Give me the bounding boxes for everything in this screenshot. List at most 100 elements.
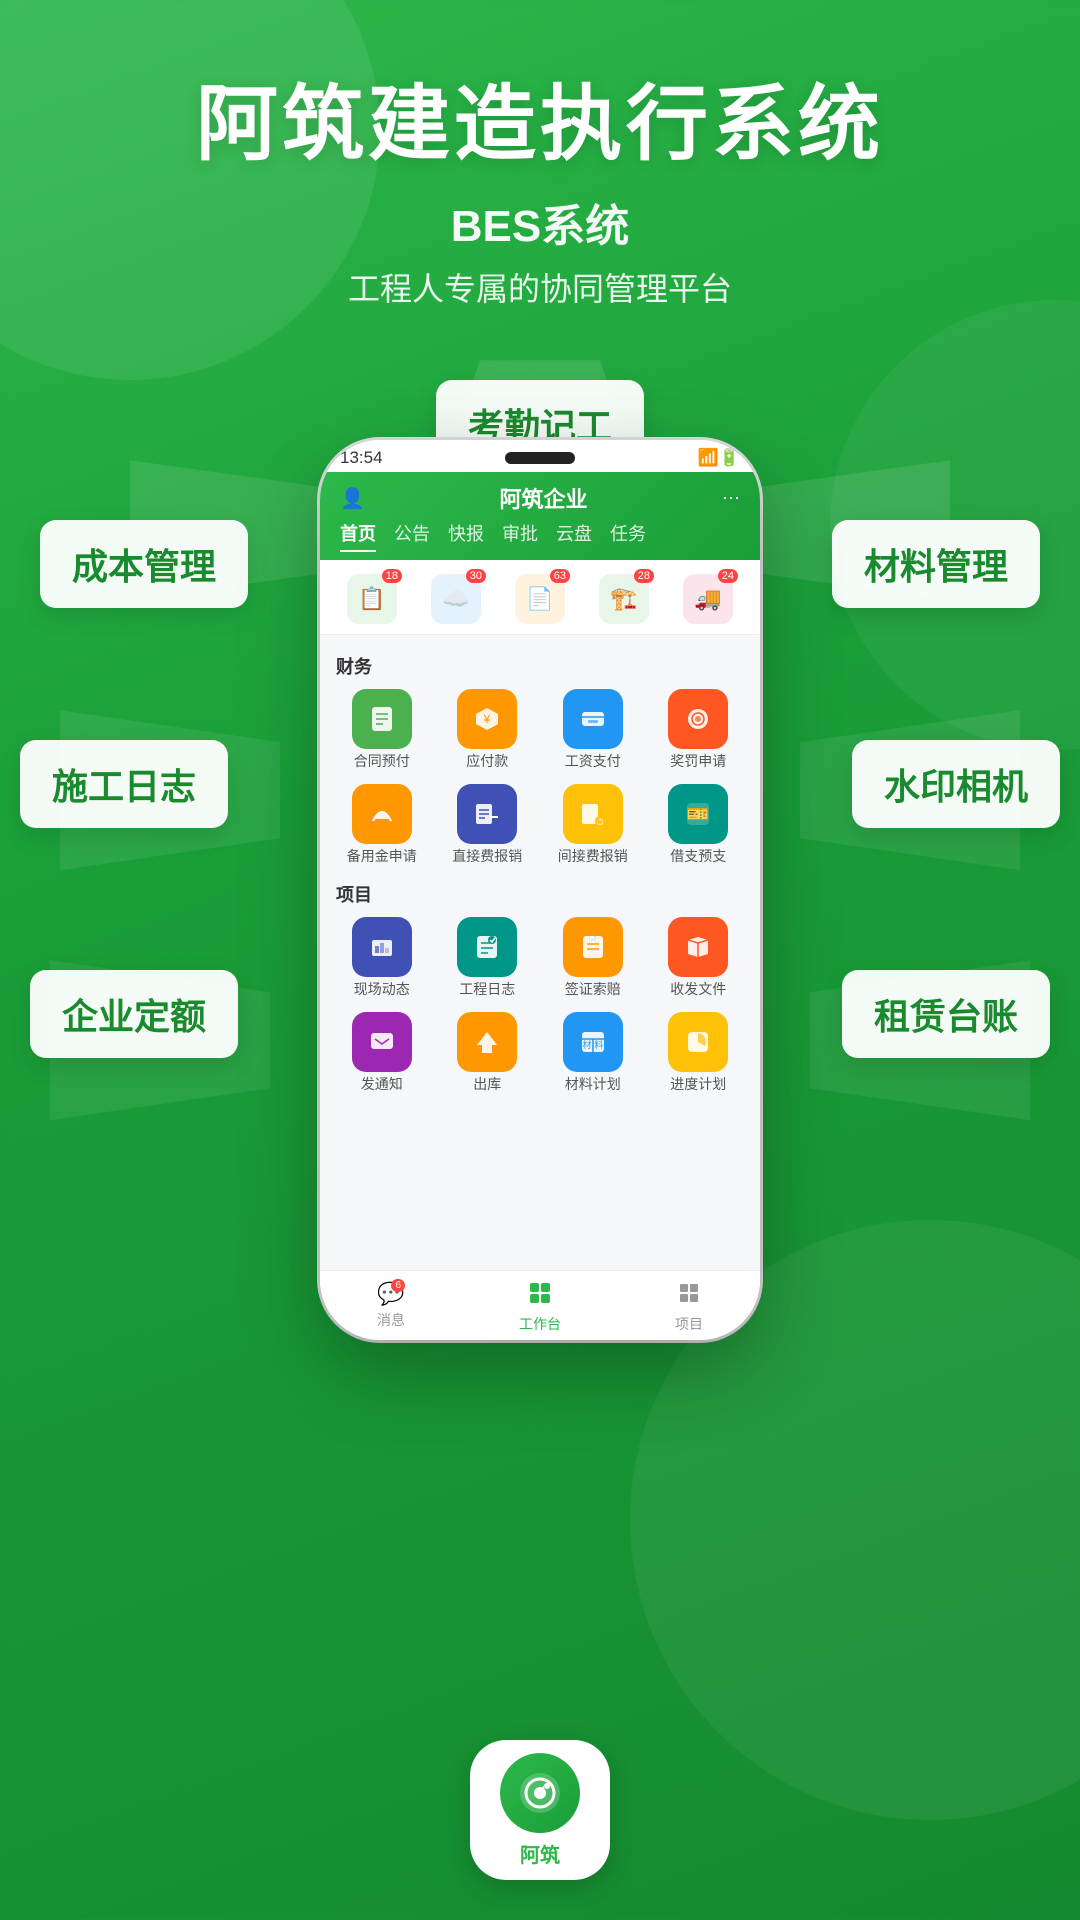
label-chuku: 出库 — [473, 1076, 501, 1093]
badge-1: 30 — [466, 569, 486, 583]
phone-mockup: 13:54 📶🔋 👤 阿筑企业 ⋯ 首页 公告 快报 审批 云盘 任务 � — [320, 440, 760, 1340]
app-cailiao[interactable]: 材料 材料计划 — [547, 1012, 639, 1093]
phone-bottom-nav: 💬 消息 6 工作台 项目 — [320, 1270, 760, 1340]
finance-app-grid: 合同预付 ¥ 应付款 工资支付 — [336, 689, 744, 865]
nav-messages[interactable]: 💬 消息 6 — [377, 1281, 405, 1334]
app-qianzhen[interactable]: 📄 签证索赔 — [547, 917, 639, 998]
project-app-grid: 现场动态 工程日志 📄 签证索赔 — [336, 917, 744, 1093]
label-beiyong: 备用金申请 — [347, 848, 417, 865]
nav-project[interactable]: 项目 — [675, 1281, 703, 1334]
icon-jiezhi: 🎫 — [668, 784, 728, 844]
icon-hetong — [352, 689, 412, 749]
icon-gongzi — [563, 689, 623, 749]
tab-notice[interactable]: 公告 — [394, 520, 430, 552]
quick-item-4[interactable]: 🚚 24 — [683, 574, 733, 624]
app-gongzi[interactable]: 工资支付 — [547, 689, 639, 770]
nav-messages-label: 消息 — [377, 1310, 405, 1330]
label-hetong: 合同预付 — [354, 753, 410, 770]
messages-badge: 6 — [391, 1279, 405, 1292]
section-project-title: 项目 — [336, 881, 744, 907]
label-jiezhi: 借支预支 — [670, 848, 726, 865]
app-gongcheng[interactable]: 工程日志 — [442, 917, 534, 998]
icon-xianchang — [352, 917, 412, 977]
app-shoufa[interactable]: 收发文件 — [653, 917, 745, 998]
badge-2: 63 — [550, 569, 570, 583]
icon-shoufa — [668, 917, 728, 977]
app-chuku[interactable]: 出库 — [442, 1012, 534, 1093]
tab-report[interactable]: 快报 — [448, 520, 484, 552]
icon-tongzhi — [352, 1012, 412, 1072]
feature-chengben[interactable]: 成本管理 — [40, 520, 248, 608]
quick-item-3[interactable]: 🏗️ 28 — [599, 574, 649, 624]
app-yingfu[interactable]: ¥ 应付款 — [442, 689, 534, 770]
app-tongzhi[interactable]: 发通知 — [336, 1012, 428, 1093]
label-xianchang: 现场动态 — [354, 981, 410, 998]
phone-nav-top: 👤 阿筑企业 ⋯ — [340, 482, 740, 514]
quick-item-1[interactable]: ☁️ 30 — [431, 574, 481, 624]
badge-4: 24 — [718, 569, 738, 583]
svg-text:料: 料 — [594, 1039, 603, 1050]
label-jindu: 进度计划 — [670, 1076, 726, 1093]
app-hetong[interactable]: 合同预付 — [336, 689, 428, 770]
features-area: 考勤记工 成本管理 材料管理 施工日志 水印相机 企业定额 租赁台账 13:54… — [0, 360, 1080, 1500]
label-gongcheng: 工程日志 — [459, 981, 515, 998]
quick-item-2[interactable]: 📄 63 — [515, 574, 565, 624]
icon-gongcheng — [457, 917, 517, 977]
app-jiangfa[interactable]: 奖罚申请 — [653, 689, 745, 770]
svg-text:📄: 📄 — [588, 935, 597, 944]
phone-signal-icons: 📶🔋 — [698, 448, 740, 468]
app-beiyong[interactable]: 备用金申请 — [336, 784, 428, 865]
app-jiezhi[interactable]: 🎫 借支预支 — [653, 784, 745, 865]
sub-title: BES系统 — [0, 190, 1080, 254]
icon-jiangfa — [668, 689, 728, 749]
phone-scroll-area[interactable]: 财务 合同预付 ¥ 应付款 — [320, 635, 760, 1315]
label-zhijie: 直接费报销 — [452, 848, 522, 865]
project-icon — [677, 1281, 701, 1311]
app-jianjie[interactable]: ⏱ 间接费报销 — [547, 784, 639, 865]
icon-jindu — [668, 1012, 728, 1072]
phone-notch-bar — [505, 452, 575, 464]
phone-status-bar: 13:54 📶🔋 — [320, 440, 760, 472]
phone-header: 👤 阿筑企业 ⋯ 首页 公告 快报 审批 云盘 任务 — [320, 472, 760, 560]
app-xianchang[interactable]: 现场动态 — [336, 917, 428, 998]
svg-text:🎫: 🎫 — [687, 804, 709, 824]
app-jindu[interactable]: 进度计划 — [653, 1012, 745, 1093]
tab-cloud[interactable]: 云盘 — [556, 520, 592, 552]
svg-text:¥: ¥ — [483, 712, 491, 726]
logo-label: 阿筑 — [520, 1839, 560, 1868]
phone-nav-tabs: 首页 公告 快报 审批 云盘 任务 — [340, 520, 740, 560]
feature-zulin[interactable]: 租赁台账 — [842, 970, 1050, 1058]
feature-shigong[interactable]: 施工日志 — [20, 740, 228, 828]
tab-approve[interactable]: 审批 — [502, 520, 538, 552]
feature-qiye[interactable]: 企业定额 — [30, 970, 238, 1058]
label-jiangfa: 奖罚申请 — [670, 753, 726, 770]
icon-jianjie: ⏱ — [563, 784, 623, 844]
icon-yingfu: ¥ — [457, 689, 517, 749]
phone-app-title: 阿筑企业 — [499, 482, 587, 514]
quick-icons-row: 📋 18 ☁️ 30 📄 63 🏗️ 28 🚚 24 — [320, 560, 760, 635]
feature-shuiyin[interactable]: 水印相机 — [852, 740, 1060, 828]
icon-qianzhen: 📄 — [563, 917, 623, 977]
app-logo[interactable]: 阿筑 — [470, 1740, 610, 1880]
phone-user-icon[interactable]: 👤 — [340, 486, 365, 511]
label-yingfu: 应付款 — [466, 753, 508, 770]
label-shoufa: 收发文件 — [670, 981, 726, 998]
svg-text:⏱: ⏱ — [596, 817, 603, 827]
label-jianjie: 间接费报销 — [558, 848, 628, 865]
nav-workbench[interactable]: 工作台 — [519, 1281, 561, 1334]
feature-cailiao[interactable]: 材料管理 — [832, 520, 1040, 608]
app-zhijie[interactable]: 直接费报销 — [442, 784, 534, 865]
badge-0: 18 — [382, 569, 402, 583]
section-finance-title: 财务 — [336, 653, 744, 679]
quick-item-0[interactable]: 📋 18 — [347, 574, 397, 624]
label-tongzhi: 发通知 — [361, 1076, 403, 1093]
phone-menu-icon[interactable]: ⋯ — [722, 488, 740, 509]
nav-workbench-label: 工作台 — [519, 1314, 561, 1334]
svg-text:材: 材 — [582, 1039, 591, 1050]
workbench-icon — [528, 1281, 552, 1311]
tab-home[interactable]: 首页 — [340, 520, 376, 552]
icon-cailiao: 材料 — [563, 1012, 623, 1072]
label-qianzhen: 签证索赔 — [565, 981, 621, 998]
tab-task[interactable]: 任务 — [610, 520, 646, 552]
badge-3: 28 — [634, 569, 654, 583]
